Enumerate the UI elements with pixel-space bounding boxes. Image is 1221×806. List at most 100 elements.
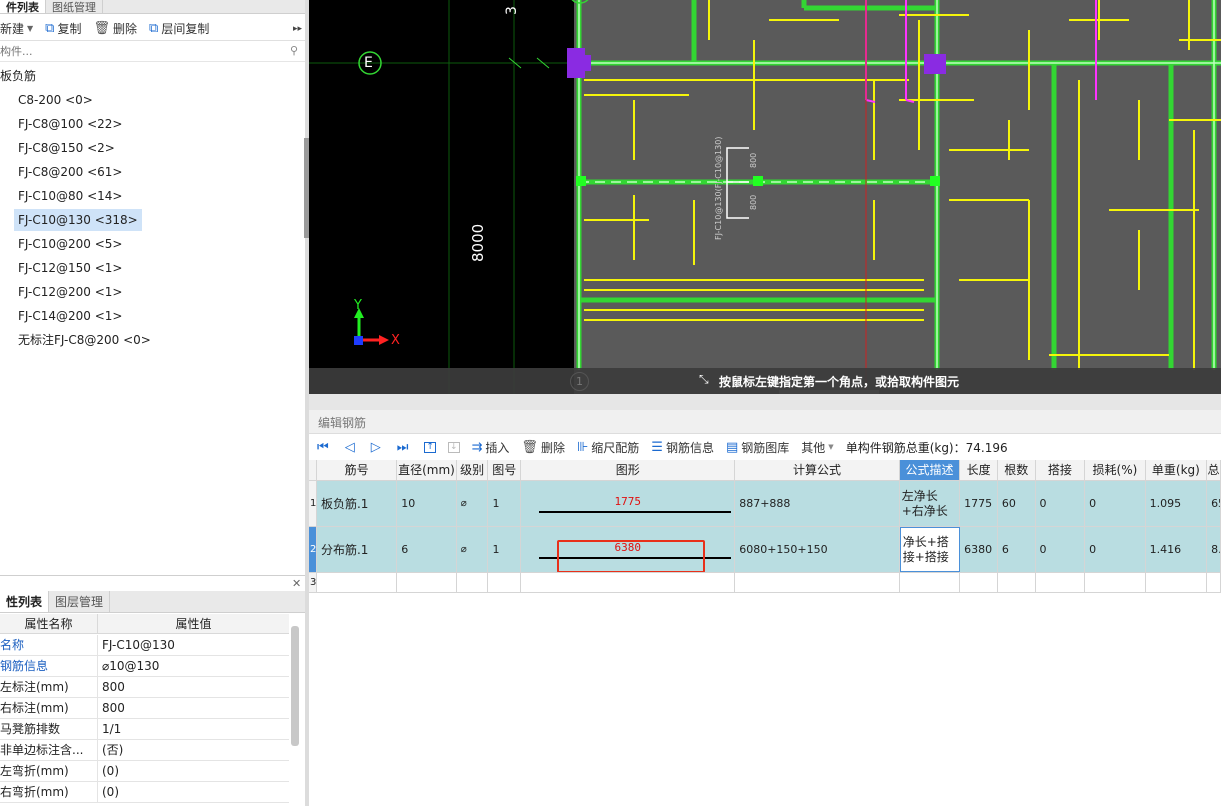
tree-item[interactable]: FJ-C10@130 <318> xyxy=(14,209,142,231)
move-down-icon[interactable]: ↓ xyxy=(447,441,460,453)
table-cell-fig[interactable]: 1 xyxy=(488,481,522,526)
tree-item[interactable]: FJ-C8@200 <61> xyxy=(14,161,126,183)
table-cell-fig[interactable] xyxy=(488,573,522,592)
property-value[interactable]: (0) xyxy=(98,782,119,802)
close-icon[interactable]: ✕ xyxy=(292,577,301,590)
table-cell-lap[interactable]: 0 xyxy=(1036,527,1086,572)
table-cell-grade[interactable] xyxy=(457,573,489,592)
property-value[interactable]: (否) xyxy=(98,740,123,760)
table-cell-grade[interactable]: ⌀ xyxy=(457,527,489,572)
rebar-info-button[interactable]: ☰ 钢筋信息 xyxy=(647,439,718,456)
table-cell-grade[interactable]: ⌀ xyxy=(457,481,489,526)
table-cell-dia[interactable] xyxy=(397,573,457,592)
column-header[interactable]: 级别 xyxy=(457,460,489,480)
tree-item[interactable]: 无标注FJ-C8@200 <0> xyxy=(14,329,155,351)
floor-copy-button[interactable]: ⧉ 层间复制 xyxy=(145,20,213,37)
table-cell-loss[interactable] xyxy=(1085,573,1146,592)
property-value[interactable]: FJ-C10@130 xyxy=(98,635,175,655)
table-cell-loss[interactable]: 0 xyxy=(1085,481,1146,526)
search-input[interactable] xyxy=(0,42,280,61)
property-scrollbar[interactable] xyxy=(291,626,299,746)
property-row[interactable]: 马凳筋排数 1/1 xyxy=(0,719,289,740)
column-header[interactable]: 图号 xyxy=(488,460,522,480)
more-icon[interactable]: ▸▸ xyxy=(293,24,302,34)
property-value[interactable]: ⌀10@130 xyxy=(98,656,159,676)
tree-item[interactable]: FJ-C12@200 <1> xyxy=(14,281,126,303)
column-header[interactable]: 搭接 xyxy=(1036,460,1086,480)
cad-drawing[interactable] xyxy=(309,0,1221,394)
property-row[interactable]: 左标注(mm) 800 xyxy=(0,677,289,698)
column-header[interactable]: 根数 xyxy=(998,460,1036,480)
tree-item[interactable]: FJ-C8@100 <22> xyxy=(14,113,126,135)
table-cell-total[interactable] xyxy=(1207,573,1221,592)
row-index[interactable]: 1 xyxy=(309,481,317,526)
cad-viewport[interactable]: E 8000 3 FJ-C10@130(FJ-C10@130) 800 800 … xyxy=(309,0,1221,394)
rebar-library-button[interactable]: ▤ 钢筋图库 xyxy=(722,439,793,456)
move-up-icon[interactable]: ↑ xyxy=(424,441,436,453)
table-row[interactable]: 1 板负筋.1 10 ⌀ 1 1775 887+888 左净长+右净长 1775 60 0 0 1.09… xyxy=(309,481,1221,527)
table-cell-shape_val[interactable] xyxy=(521,573,736,592)
table-cell-formula[interactable]: 887+888 xyxy=(735,481,900,526)
property-value[interactable]: (0) xyxy=(98,761,119,781)
table-cell-lap[interactable] xyxy=(1036,573,1086,592)
column-header[interactable]: 图形 xyxy=(521,460,736,480)
table-cell-fig[interactable]: 1 xyxy=(488,527,522,572)
delete-row-button[interactable]: 🗑 删除 xyxy=(517,439,569,456)
tab-layer-management[interactable]: 图层管理 xyxy=(49,591,111,612)
property-row[interactable]: 右标注(mm) 800 xyxy=(0,698,289,719)
row-index[interactable]: 2 xyxy=(309,527,317,572)
table-cell-desc[interactable]: 净长+搭接+搭接 xyxy=(899,527,961,572)
table-cell-loss[interactable]: 0 xyxy=(1085,527,1146,572)
first-icon[interactable]: ⏮ xyxy=(317,441,329,454)
table-cell-len[interactable]: 6380 xyxy=(960,527,998,572)
table-cell-total[interactable]: 8. xyxy=(1207,527,1221,572)
row-index[interactable]: 3 xyxy=(309,573,317,592)
search-icon[interactable]: ⚲ xyxy=(290,44,298,57)
tree-root[interactable]: 板负筋 xyxy=(0,66,36,86)
table-cell-lap[interactable]: 0 xyxy=(1036,481,1086,526)
prev-icon[interactable]: ◁ xyxy=(345,441,355,454)
table-cell-shape_val[interactable]: 1775 xyxy=(521,481,736,526)
table-cell-unit[interactable]: 1.416 xyxy=(1146,527,1208,572)
property-row[interactable]: 名称 FJ-C10@130 xyxy=(0,635,289,656)
table-cell-len[interactable] xyxy=(960,573,998,592)
next-icon[interactable]: ▷ xyxy=(371,441,381,454)
table-cell-count[interactable]: 60 xyxy=(998,481,1036,526)
column-header[interactable]: 公式描述 xyxy=(899,460,961,480)
tab-property-list[interactable]: 性列表 xyxy=(0,591,50,612)
other-dropdown[interactable]: 其他 ▼ xyxy=(797,439,837,456)
last-icon[interactable]: ⏭ xyxy=(397,441,409,454)
property-value[interactable]: 800 xyxy=(98,698,125,718)
delete-button[interactable]: 🗑 删除 xyxy=(89,20,141,37)
table-cell-name[interactable] xyxy=(317,573,398,592)
table-cell-total[interactable]: 65. xyxy=(1207,481,1221,526)
copy-button[interactable]: ⧉ 复制 xyxy=(41,20,85,37)
table-cell-formula[interactable]: 6080+150+150 xyxy=(735,527,900,572)
tab-component-list[interactable]: 件列表 xyxy=(0,0,46,14)
tab-drawing-management[interactable]: 图纸管理 xyxy=(46,0,103,14)
column-header[interactable]: 总 xyxy=(1207,460,1221,480)
column-header[interactable]: 单重(kg) xyxy=(1146,460,1208,480)
tree-item[interactable]: FJ-C14@200 <1> xyxy=(14,305,126,327)
table-cell-name[interactable]: 板负筋.1 xyxy=(317,481,398,526)
column-header[interactable]: 筋号 xyxy=(317,460,398,480)
column-header[interactable]: 直径(mm) xyxy=(397,460,457,480)
table-cell-formula[interactable] xyxy=(735,573,900,592)
table-cell-name[interactable]: 分布筋.1 xyxy=(317,527,398,572)
tree-item[interactable]: C8-200 <0> xyxy=(14,89,97,111)
column-header[interactable]: 损耗(%) xyxy=(1085,460,1146,480)
table-row[interactable]: 3 xyxy=(309,573,1221,593)
property-row[interactable]: 右弯折(mm) (0) xyxy=(0,782,289,803)
column-header[interactable]: 计算公式 xyxy=(735,460,900,480)
new-button[interactable]: 新建 ▼ xyxy=(0,20,37,37)
scale-rebar-button[interactable]: ⊪ 缩尺配筋 xyxy=(573,439,643,456)
table-cell-dia[interactable]: 6 xyxy=(397,527,457,572)
property-row[interactable]: 左弯折(mm) (0) xyxy=(0,761,289,782)
tree-item[interactable]: FJ-C10@200 <5> xyxy=(14,233,126,255)
property-row[interactable]: 钢筋信息 ⌀10@130 xyxy=(0,656,289,677)
tree-item[interactable]: FJ-C12@150 <1> xyxy=(14,257,126,279)
table-cell-shape_val[interactable]: 6380 xyxy=(521,527,736,572)
property-value[interactable]: 1/1 xyxy=(98,719,121,739)
column-header[interactable]: 长度 xyxy=(960,460,998,480)
table-row[interactable]: 2 分布筋.1 6 ⌀ 1 6380 6080+150+150 净长+搭接+搭接 6380 6 0 0… xyxy=(309,527,1221,573)
